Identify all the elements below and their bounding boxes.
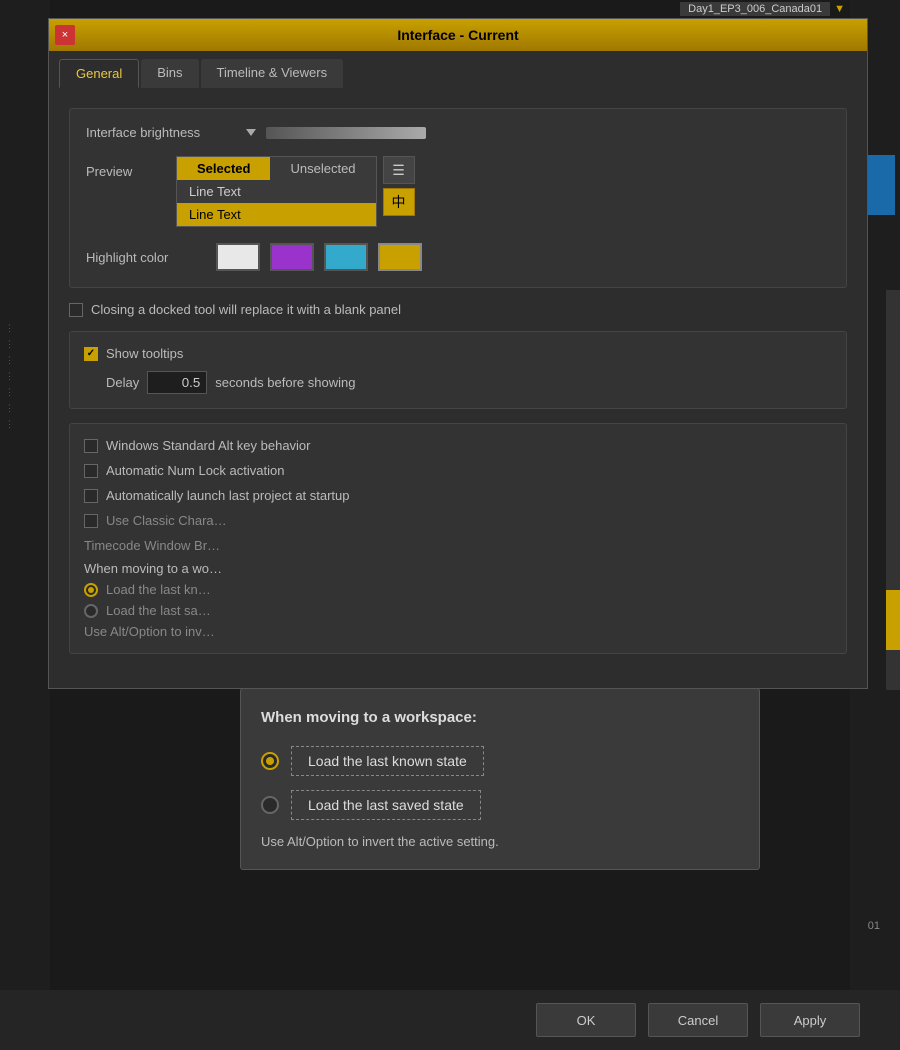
- tooltip-radio-1[interactable]: [261, 752, 279, 770]
- tab-general[interactable]: General: [59, 59, 139, 88]
- option-checkbox-2[interactable]: [84, 489, 98, 503]
- highlight-row: Highlight color: [86, 243, 830, 271]
- appearance-section: Interface brightness Preview Selected Un…: [69, 108, 847, 288]
- tooltip-option-1-label: Load the last known state: [291, 746, 484, 776]
- brightness-slider[interactable]: [266, 127, 426, 139]
- color-swatch-cyan[interactable]: [324, 243, 368, 271]
- option-checkbox-0[interactable]: [84, 439, 98, 453]
- bg-left-panel: [0, 0, 50, 1050]
- tab-bins[interactable]: Bins: [141, 59, 198, 88]
- preview-content: Selected Unselected Line Text Line Text …: [176, 156, 415, 227]
- tooltip-popup: When moving to a workspace: Load the las…: [240, 688, 760, 870]
- docked-tool-section: Closing a docked tool will replace it wi…: [69, 302, 847, 317]
- apply-button[interactable]: Apply: [760, 1003, 860, 1037]
- dialog-titlebar: × Interface - Current: [49, 19, 867, 51]
- preview-icon-buttons: ☰ 中: [383, 156, 415, 216]
- tooltip-option-2-label: Load the last saved state: [291, 790, 481, 820]
- preview-icon-format[interactable]: 中: [383, 188, 415, 216]
- preview-line-text: Line Text: [177, 180, 376, 203]
- side-number: 01: [868, 920, 880, 932]
- hint-text: Day1_EP3_006_Canada01: [680, 2, 830, 16]
- brightness-label: Interface brightness: [86, 125, 236, 140]
- tab-timeline-viewers[interactable]: Timeline & Viewers: [201, 59, 344, 88]
- option-label-1: Automatic Num Lock activation: [106, 463, 284, 478]
- top-hint-bar: Day1_EP3_006_Canada01 ▼: [680, 0, 845, 18]
- brightness-dropdown[interactable]: [246, 129, 256, 136]
- show-tooltips-label: Show tooltips: [106, 346, 183, 361]
- option-checkbox-3[interactable]: [84, 514, 98, 528]
- delay-label: Delay: [106, 375, 139, 390]
- delay-row: Delay seconds before showing: [84, 371, 832, 394]
- bottom-bar: OK Cancel Apply: [0, 990, 900, 1050]
- workspace-label-row: When moving to a wo…: [84, 561, 832, 576]
- color-swatch-purple[interactable]: [270, 243, 314, 271]
- dropdown-arrow-icon: [246, 129, 256, 136]
- delay-input[interactable]: [147, 371, 207, 394]
- use-alt-label: Use Alt/Option to inv…: [84, 624, 215, 639]
- workspace-radio-1[interactable]: [84, 583, 98, 597]
- close-button[interactable]: ×: [55, 25, 75, 45]
- workspace-radio-2-label: Load the last sa…: [106, 603, 211, 618]
- option-label-3: Use Classic Chara…: [106, 513, 227, 528]
- option-row-3: Use Classic Chara…: [84, 513, 832, 528]
- highlight-label: Highlight color: [86, 250, 206, 265]
- preview-row: Preview Selected Unselected Line Text Li…: [86, 156, 830, 227]
- tooltips-section: Show tooltips Delay seconds before showi…: [69, 331, 847, 409]
- option-label-0: Windows Standard Alt key behavior: [106, 438, 311, 453]
- side-dots: ⋮⋮⋮⋮⋮⋮⋮: [5, 320, 14, 432]
- preview-table: Selected Unselected Line Text Line Text: [176, 156, 377, 227]
- workspace-radio-1-label: Load the last kn…: [106, 582, 211, 597]
- tooltip-popup-title: When moving to a workspace:: [261, 709, 739, 726]
- workspace-radio-row-2: Load the last sa…: [84, 603, 832, 618]
- dialog: × Interface - Current General Bins Timel…: [48, 18, 868, 689]
- cancel-button[interactable]: Cancel: [648, 1003, 748, 1037]
- option-checkbox-1[interactable]: [84, 464, 98, 478]
- docked-tool-checkbox[interactable]: [69, 303, 83, 317]
- tooltip-radio-row-1: Load the last known state: [261, 746, 739, 776]
- timecode-label: Timecode Window Br…: [84, 538, 220, 553]
- color-swatch-white[interactable]: [216, 243, 260, 271]
- brightness-row: Interface brightness: [86, 125, 830, 140]
- use-alt-row: Use Alt/Option to inv…: [84, 624, 832, 639]
- workspace-radio-row-1: Load the last kn…: [84, 582, 832, 597]
- hint-arrow: ▼: [834, 3, 845, 15]
- option-row-2: Automatically launch last project at sta…: [84, 488, 832, 503]
- tooltip-radio-2[interactable]: [261, 796, 279, 814]
- option-row-0: Windows Standard Alt key behavior: [84, 438, 832, 453]
- show-tooltips-checkbox[interactable]: [84, 347, 98, 361]
- option-label-2: Automatically launch last project at sta…: [106, 488, 350, 503]
- workspace-section-label: When moving to a wo…: [84, 561, 222, 576]
- preview-label: Preview: [86, 156, 156, 179]
- scrollbar-thumb[interactable]: [886, 590, 900, 650]
- tooltip-radio-row-2: Load the last saved state: [261, 790, 739, 820]
- ok-button[interactable]: OK: [536, 1003, 636, 1037]
- options-section: Windows Standard Alt key behavior Automa…: [69, 423, 847, 654]
- preview-unselected-tab[interactable]: Unselected: [270, 157, 375, 180]
- docked-tool-row: Closing a docked tool will replace it wi…: [69, 302, 847, 317]
- tooltip-note: Use Alt/Option to invert the active sett…: [261, 834, 739, 849]
- preview-header: Selected Unselected: [177, 157, 376, 180]
- workspace-radio-2[interactable]: [84, 604, 98, 618]
- content-area: Interface brightness Preview Selected Un…: [49, 88, 867, 688]
- preview-line-text-highlighted: Line Text: [177, 203, 376, 226]
- show-tooltips-row: Show tooltips: [84, 346, 832, 361]
- docked-tool-label: Closing a docked tool will replace it wi…: [91, 302, 401, 317]
- delay-suffix: seconds before showing: [215, 375, 355, 390]
- preview-selected-tab[interactable]: Selected: [177, 157, 270, 180]
- preview-icon-list[interactable]: ☰: [383, 156, 415, 184]
- dialog-title: Interface - Current: [397, 27, 518, 43]
- tab-bar: General Bins Timeline & Viewers: [49, 51, 867, 88]
- color-swatch-gold[interactable]: [378, 243, 422, 271]
- option-row-1: Automatic Num Lock activation: [84, 463, 832, 478]
- timecode-row: Timecode Window Br…: [84, 538, 832, 553]
